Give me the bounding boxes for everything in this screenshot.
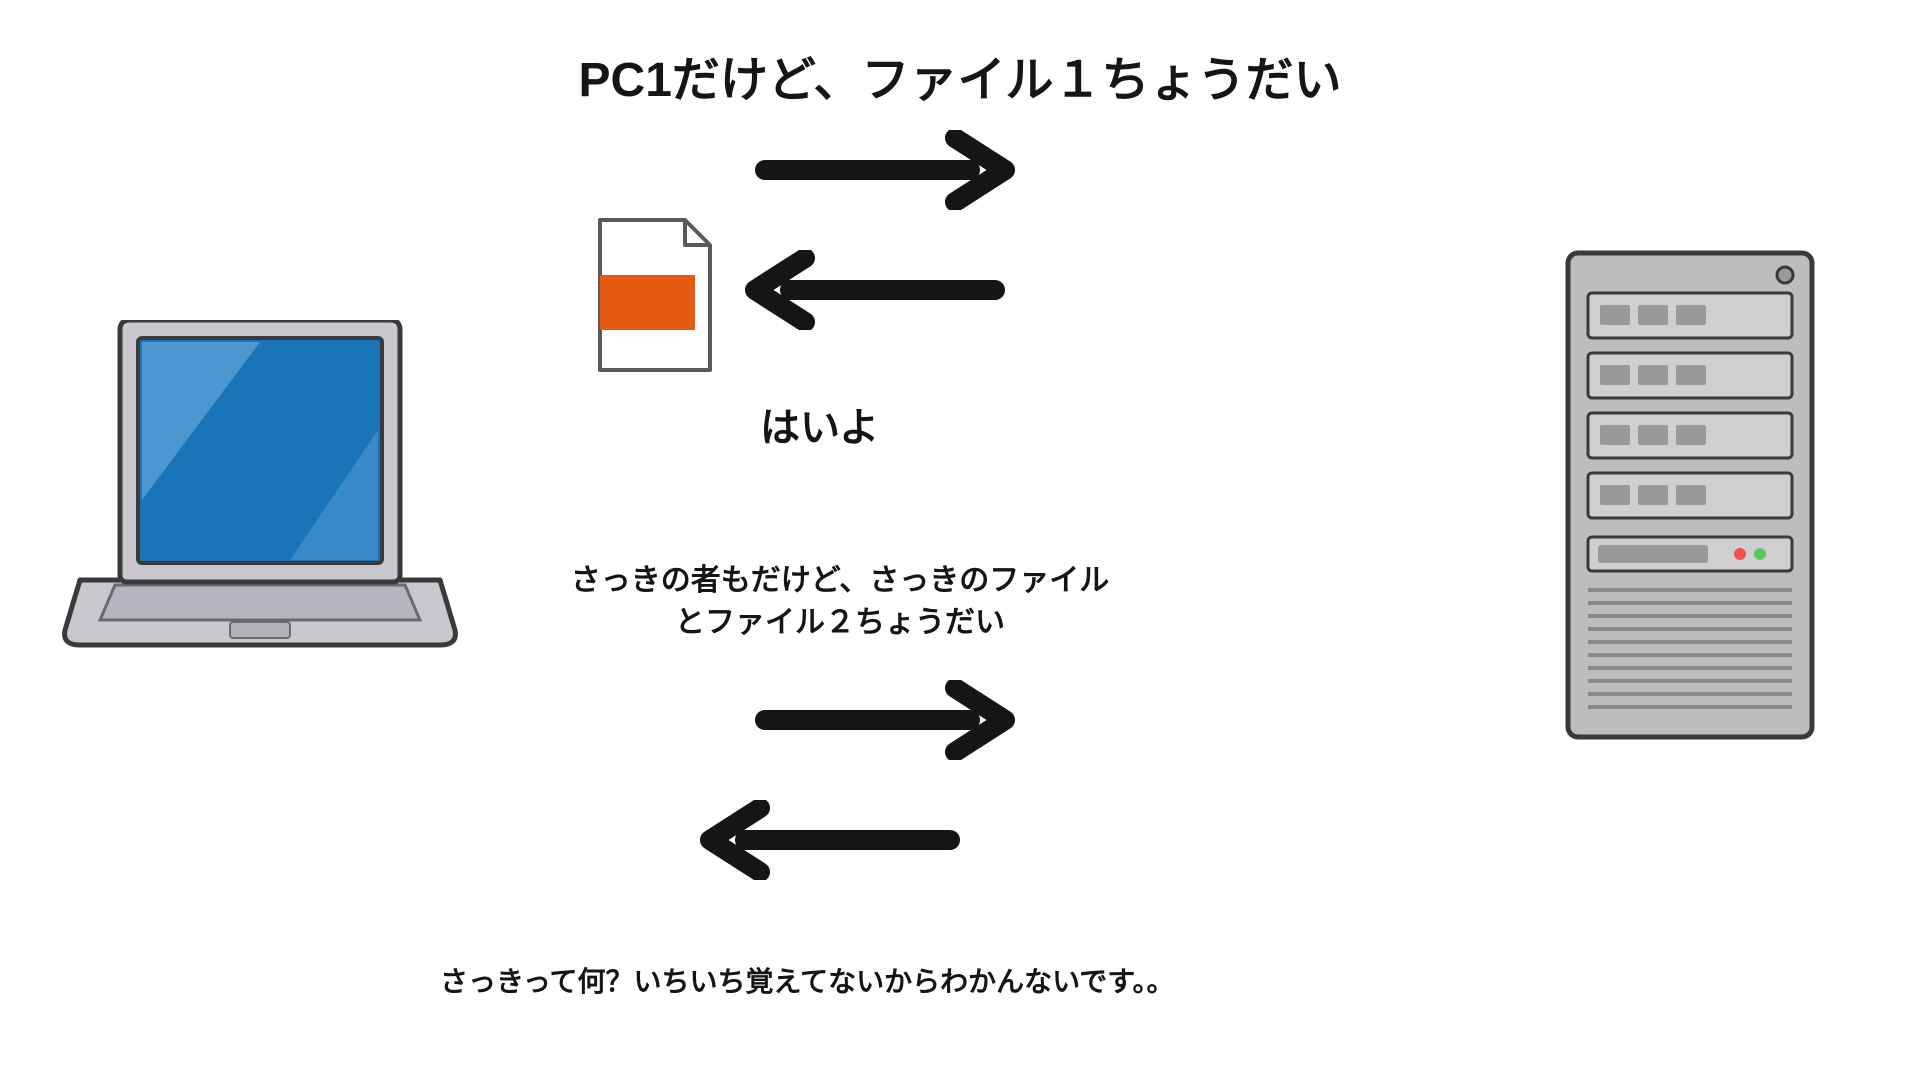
server-icon — [1560, 245, 1820, 750]
laptop-icon — [60, 320, 460, 665]
arrow-right-icon — [755, 680, 1015, 765]
server-reply-1: はいよ — [760, 395, 879, 453]
diagram-title: PC1だけど、ファイル１ちょうだい — [579, 40, 1342, 110]
arrow-right-icon — [755, 130, 1015, 215]
arrow-left-icon — [700, 800, 960, 885]
client-request-2: さっきの者もだけど、さっきのファイルとファイル２ちょうだい — [560, 560, 1120, 644]
arrow-left-icon — [745, 250, 1005, 335]
file-icon — [590, 215, 720, 380]
server-reply-2: さっきって何？いちいち覚えてないからわかんないです。。 — [440, 960, 1174, 1000]
